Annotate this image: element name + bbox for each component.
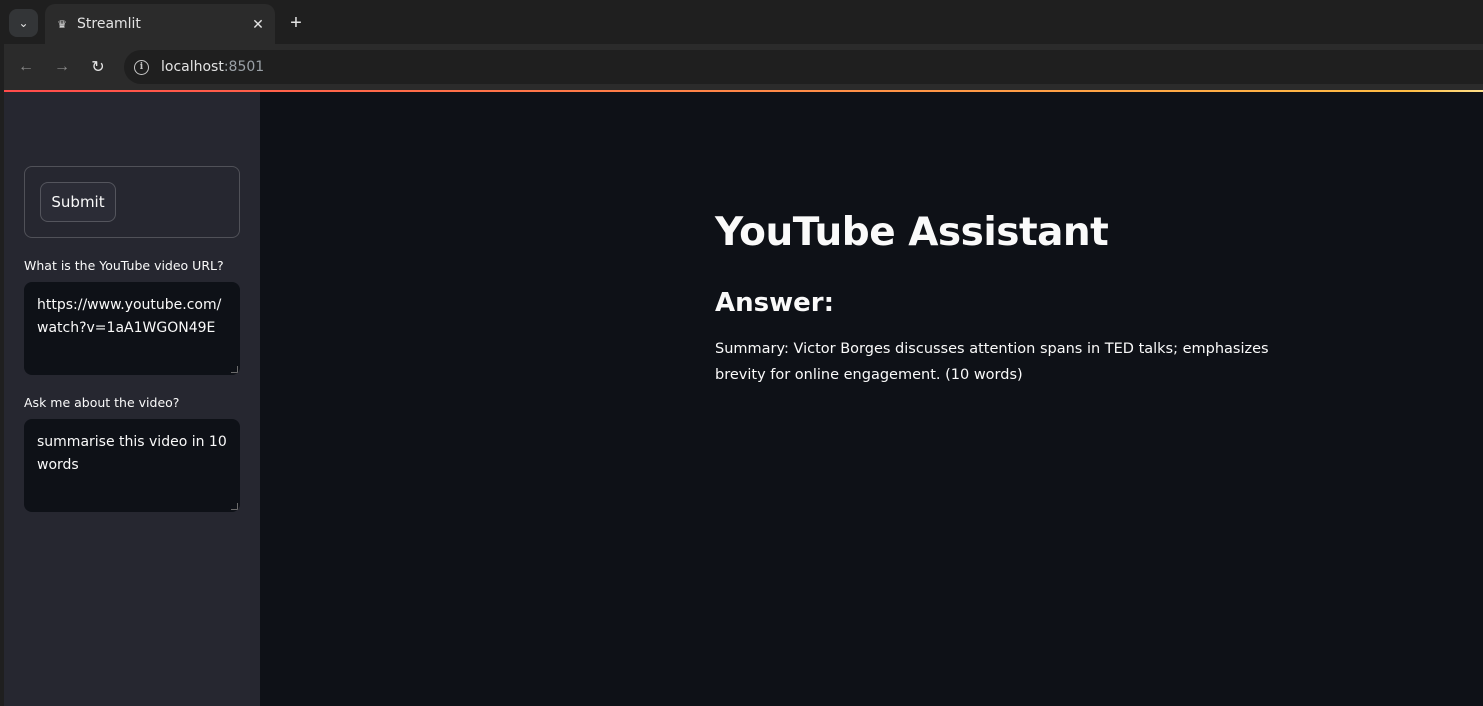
reload-icon: ↻	[91, 59, 105, 76]
tab-search-button[interactable]: ⌄	[9, 9, 38, 37]
resize-handle[interactable]	[231, 366, 238, 373]
arrow-left-icon: ←	[18, 58, 34, 75]
url-port: :8501	[223, 59, 265, 75]
url-textarea[interactable]: https://www.youtube.com/watch?v=1aA1WGON…	[24, 282, 240, 375]
answer-heading: Answer:	[715, 288, 834, 318]
info-icon[interactable]: i	[134, 59, 149, 75]
question-textarea[interactable]: summarise this video in 10 words	[24, 419, 240, 512]
close-icon[interactable]: ✕	[249, 15, 267, 33]
question-field-label: Ask me about the video?	[24, 395, 180, 410]
browser-tab[interactable]: ♛ Streamlit ✕	[45, 4, 275, 44]
plus-icon: +	[290, 11, 302, 34]
main-content: YouTube Assistant Answer: Summary: Victo…	[260, 92, 1483, 706]
browser-tab-strip: ⌄ ♛ Streamlit ✕ +	[0, 0, 1483, 44]
browser-toolbar: ← → ↻ i localhost:8501	[0, 44, 1483, 90]
back-button[interactable]: ←	[12, 53, 40, 81]
streamlit-crown-icon: ♛	[57, 18, 67, 31]
question-textarea-value: summarise this video in 10 words	[37, 434, 227, 473]
answer-text: Summary: Victor Borges discusses attenti…	[715, 341, 1269, 383]
forward-button[interactable]: →	[48, 53, 76, 81]
arrow-right-icon: →	[54, 58, 70, 75]
new-tab-button[interactable]: +	[283, 10, 309, 36]
tab-title: Streamlit	[77, 16, 141, 32]
sidebar: Submit What is the YouTube video URL? ht…	[4, 92, 260, 706]
resize-handle[interactable]	[231, 503, 238, 510]
submit-button[interactable]: Submit	[40, 182, 116, 222]
input-form: Submit	[24, 166, 240, 238]
chevron-down-icon: ⌄	[18, 16, 29, 30]
url-host: localhost	[161, 59, 224, 75]
page-title: YouTube Assistant	[715, 210, 1109, 255]
address-bar[interactable]: i localhost:8501	[124, 50, 1483, 84]
url-textarea-value: https://www.youtube.com/watch?v=1aA1WGON…	[37, 297, 222, 336]
url-text: localhost:8501	[161, 59, 264, 75]
reload-button[interactable]: ↻	[84, 53, 112, 81]
url-field-label: What is the YouTube video URL?	[24, 258, 224, 273]
